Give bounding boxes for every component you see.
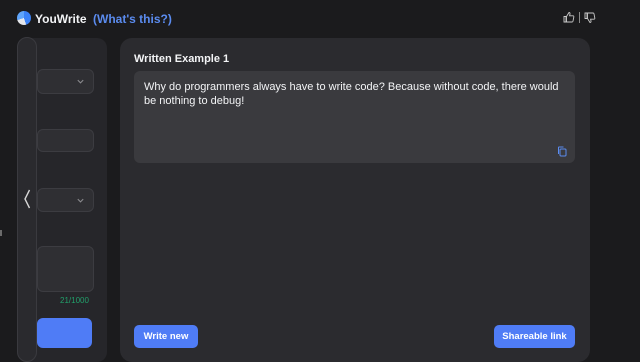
thumbs-down-icon[interactable] [584, 12, 596, 24]
tone-select[interactable] [37, 188, 94, 212]
style-select[interactable] [37, 69, 94, 94]
youwrite-logo-icon [17, 11, 31, 25]
thumbs-up-icon[interactable] [563, 11, 575, 23]
whats-this-link[interactable]: (What's this?) [93, 12, 172, 26]
app-title: YouWrite [35, 12, 87, 26]
copy-icon[interactable] [557, 146, 567, 157]
chevron-left-icon [24, 189, 31, 209]
card-title: Written Example 1 [134, 53, 230, 65]
sidebar-collapse-handle[interactable] [17, 37, 37, 362]
top-bar: YouWrite (What's this?) [0, 0, 640, 36]
shareable-link-button[interactable]: Shareable link [494, 325, 575, 348]
write-new-button[interactable]: Write new [134, 325, 198, 348]
example-text: Why do programmers always have to write … [144, 81, 559, 107]
edge-marker [0, 230, 2, 236]
topic-input[interactable] [37, 129, 94, 152]
example-output-box: Why do programmers always have to write … [134, 71, 575, 163]
character-counter: 21/1000 [60, 296, 89, 305]
generate-button[interactable] [37, 318, 92, 348]
feedback-divider [579, 12, 580, 23]
details-textarea[interactable] [37, 246, 94, 292]
chevron-down-icon [77, 198, 84, 203]
chevron-down-icon [77, 79, 84, 84]
